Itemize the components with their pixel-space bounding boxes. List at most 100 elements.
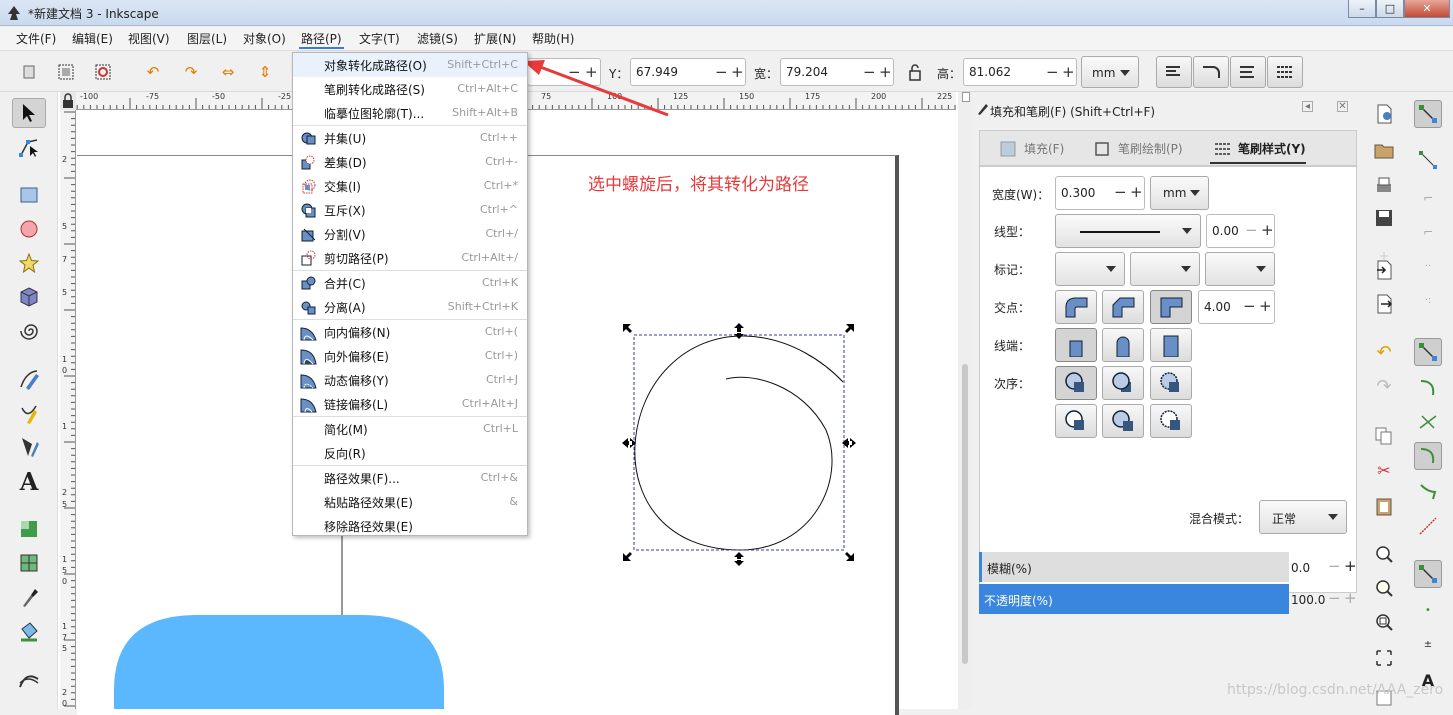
height-increment[interactable]: +: [1062, 63, 1075, 81]
scale-handle-ne[interactable]: [845, 324, 854, 333]
tweak-tool-icon[interactable]: [12, 664, 46, 694]
blur-slider[interactable]: 模糊(%): [979, 552, 1289, 582]
open-icon[interactable]: [1370, 136, 1398, 164]
snap-bbox-icon[interactable]: [1414, 146, 1442, 174]
blur-decrement[interactable]: −: [1328, 557, 1341, 575]
menu-item-simplify[interactable]: 简化(M) Ctrl+L: [293, 417, 527, 441]
dropper-tool-icon[interactable]: [12, 582, 46, 612]
snap-path-icon[interactable]: [1414, 374, 1442, 402]
panel-iconify-icon[interactable]: ◂: [1302, 101, 1313, 112]
paint-bucket-tool-icon[interactable]: [12, 616, 46, 646]
flip-vertical-icon[interactable]: ⇕: [252, 59, 278, 85]
paint-order-markers-icon[interactable]: [1150, 366, 1192, 400]
menu-item-remove-path-effect[interactable]: 移除路径效果(E): [293, 514, 527, 538]
pen-tool-icon[interactable]: [12, 398, 46, 428]
selection-handles[interactable]: [622, 323, 856, 566]
menu-item-trace-bitmap[interactable]: 临摹位图轮廓(T)... Shift+Alt+B: [293, 101, 527, 125]
dash-pattern-dropdown[interactable]: [1055, 214, 1201, 248]
menu-file[interactable]: 文件(F): [14, 31, 58, 49]
miter-join-icon[interactable]: [1150, 290, 1192, 324]
rotate-ccw-icon[interactable]: ↶: [140, 59, 166, 85]
round-cap-icon[interactable]: [1102, 328, 1144, 362]
scale-stroke-icon[interactable]: [1156, 56, 1192, 88]
dash-offset-increment[interactable]: +: [1261, 221, 1274, 239]
menu-path[interactable]: 路径(P): [299, 31, 344, 49]
snap-bbox-midpoint-icon[interactable]: ··: [1414, 252, 1442, 280]
mid-marker-dropdown[interactable]: [1130, 252, 1200, 286]
menu-item-object-to-path[interactable]: 对象转化成路径(O) Shift+Ctrl+C: [293, 53, 527, 77]
snap-cusp-icon[interactable]: [1414, 442, 1442, 470]
snap-bbox-edge-icon[interactable]: ⌐: [1414, 184, 1442, 212]
menu-item-reverse[interactable]: 反向(R): [293, 441, 527, 465]
flip-horizontal-icon[interactable]: ⇔: [215, 59, 241, 85]
height-decrement[interactable]: −: [1046, 63, 1059, 81]
stroke-width-decrement[interactable]: −: [1114, 183, 1127, 201]
cut-icon[interactable]: ✂: [1370, 456, 1398, 484]
menu-view[interactable]: 视图(V): [126, 31, 172, 49]
paint-order-markers-fill-icon[interactable]: [1102, 404, 1144, 438]
menu-item-paste-path-effect[interactable]: 粘贴路径效果(E) &: [293, 490, 527, 514]
menu-object[interactable]: 对象(O): [241, 31, 288, 49]
square-cap-icon[interactable]: [1150, 328, 1192, 362]
snap-smooth-icon[interactable]: [1414, 478, 1442, 506]
height-field[interactable]: 81.062 − +: [963, 58, 1077, 86]
node-tool-icon[interactable]: [12, 132, 46, 162]
undo-icon[interactable]: ↶: [1370, 338, 1398, 366]
paint-order-stroke-fill-icon[interactable]: [1102, 366, 1144, 400]
zoom-drawing-icon[interactable]: [1370, 574, 1398, 602]
tab-stroke-paint[interactable]: 笔刷绘制(P): [1090, 134, 1183, 164]
menu-item-outset[interactable]: 向外偏移(E) Ctrl+): [293, 344, 527, 368]
menu-edit[interactable]: 编辑(E): [70, 31, 115, 49]
rounded-shape-object[interactable]: [114, 615, 444, 709]
lock-ratio-icon[interactable]: [907, 62, 923, 82]
scale-handle-sw[interactable]: [623, 552, 632, 561]
star-tool-icon[interactable]: [12, 248, 46, 278]
select-all-icon[interactable]: [16, 59, 42, 85]
menu-item-combine[interactable]: 合并(C) Ctrl+K: [293, 271, 527, 295]
import-icon[interactable]: [1370, 256, 1398, 284]
canvas-vertical-scrollbar[interactable]: [958, 92, 972, 709]
zoom-page-icon[interactable]: [1370, 608, 1398, 636]
scale-handle-nw[interactable]: [623, 324, 632, 333]
menu-filters[interactable]: 滤镜(S): [415, 31, 460, 49]
unit-dropdown[interactable]: mm: [1081, 56, 1139, 88]
new-document-icon[interactable]: [1370, 100, 1398, 128]
blend-mode-dropdown[interactable]: 正常: [1259, 500, 1347, 534]
menu-help[interactable]: 帮助(H): [530, 31, 576, 49]
blur-value[interactable]: 0.0: [1291, 561, 1310, 575]
opacity-value[interactable]: 100.0: [1291, 593, 1325, 607]
menu-item-stroke-to-path[interactable]: 笔刷转化成路径(S) Ctrl+Alt+C: [293, 77, 527, 101]
menu-item-break-apart[interactable]: 分离(A) Shift+Ctrl+K: [293, 295, 527, 319]
scale-handle-se[interactable]: [845, 552, 854, 561]
move-patterns-icon[interactable]: [1267, 56, 1303, 88]
save-icon[interactable]: [1370, 204, 1398, 232]
close-button[interactable]: ✕: [1404, 0, 1450, 18]
panel-close-icon[interactable]: ✕: [1337, 101, 1348, 112]
width-decrement[interactable]: −: [863, 63, 876, 81]
scale-handle-s[interactable]: [734, 552, 744, 566]
menu-item-exclusion[interactable]: 互斥(X) Ctrl+^: [293, 198, 527, 222]
calligraphy-tool-icon[interactable]: [12, 432, 46, 462]
menu-item-division[interactable]: 分割(V) Ctrl+/: [293, 222, 527, 246]
tab-fill[interactable]: 填充(F): [996, 134, 1064, 164]
text-tool-icon[interactable]: A: [12, 466, 46, 496]
butt-cap-icon[interactable]: [1055, 328, 1097, 362]
scroll-corner-icon[interactable]: [962, 92, 970, 102]
selector-tool-icon[interactable]: [12, 98, 46, 128]
menu-item-dynamic-offset[interactable]: 动态偏移(Y) Ctrl+J: [293, 368, 527, 392]
opacity-increment[interactable]: +: [1344, 589, 1357, 607]
blur-increment[interactable]: +: [1344, 557, 1357, 575]
scale-corners-icon[interactable]: [1193, 56, 1229, 88]
snap-midpoint-icon[interactable]: [1414, 512, 1442, 540]
ruler-corner-lock-icon[interactable]: [60, 92, 76, 110]
snap-intersection-icon[interactable]: [1414, 408, 1442, 436]
tab-stroke-style[interactable]: 笔刷样式(Y): [1210, 134, 1306, 164]
snap-bbox-center-icon[interactable]: ·:: [1414, 286, 1442, 314]
snap-center-icon[interactable]: •: [1414, 596, 1442, 624]
snap-others-icon[interactable]: [1414, 560, 1442, 588]
y-decrement[interactable]: −: [715, 63, 728, 81]
menu-item-cut-path[interactable]: 剪切路径(P) Ctrl+Alt+/: [293, 246, 527, 270]
width-increment[interactable]: +: [879, 63, 892, 81]
circle-tool-icon[interactable]: [12, 214, 46, 244]
miter-decrement[interactable]: −: [1243, 297, 1256, 315]
